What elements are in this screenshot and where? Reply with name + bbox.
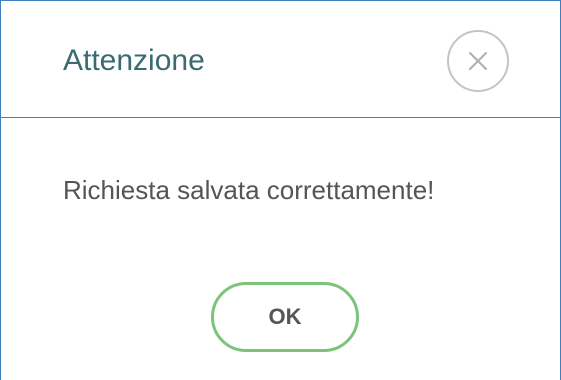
dialog-message: Richiesta salvata correttamente!: [63, 175, 435, 205]
dialog-header: Attenzione: [1, 1, 560, 118]
close-icon: [469, 52, 487, 70]
close-button[interactable]: [447, 30, 509, 92]
alert-dialog: Attenzione Richiesta salvata correttamen…: [0, 0, 561, 380]
ok-button[interactable]: OK: [211, 282, 359, 352]
dialog-title: Attenzione: [63, 44, 205, 77]
